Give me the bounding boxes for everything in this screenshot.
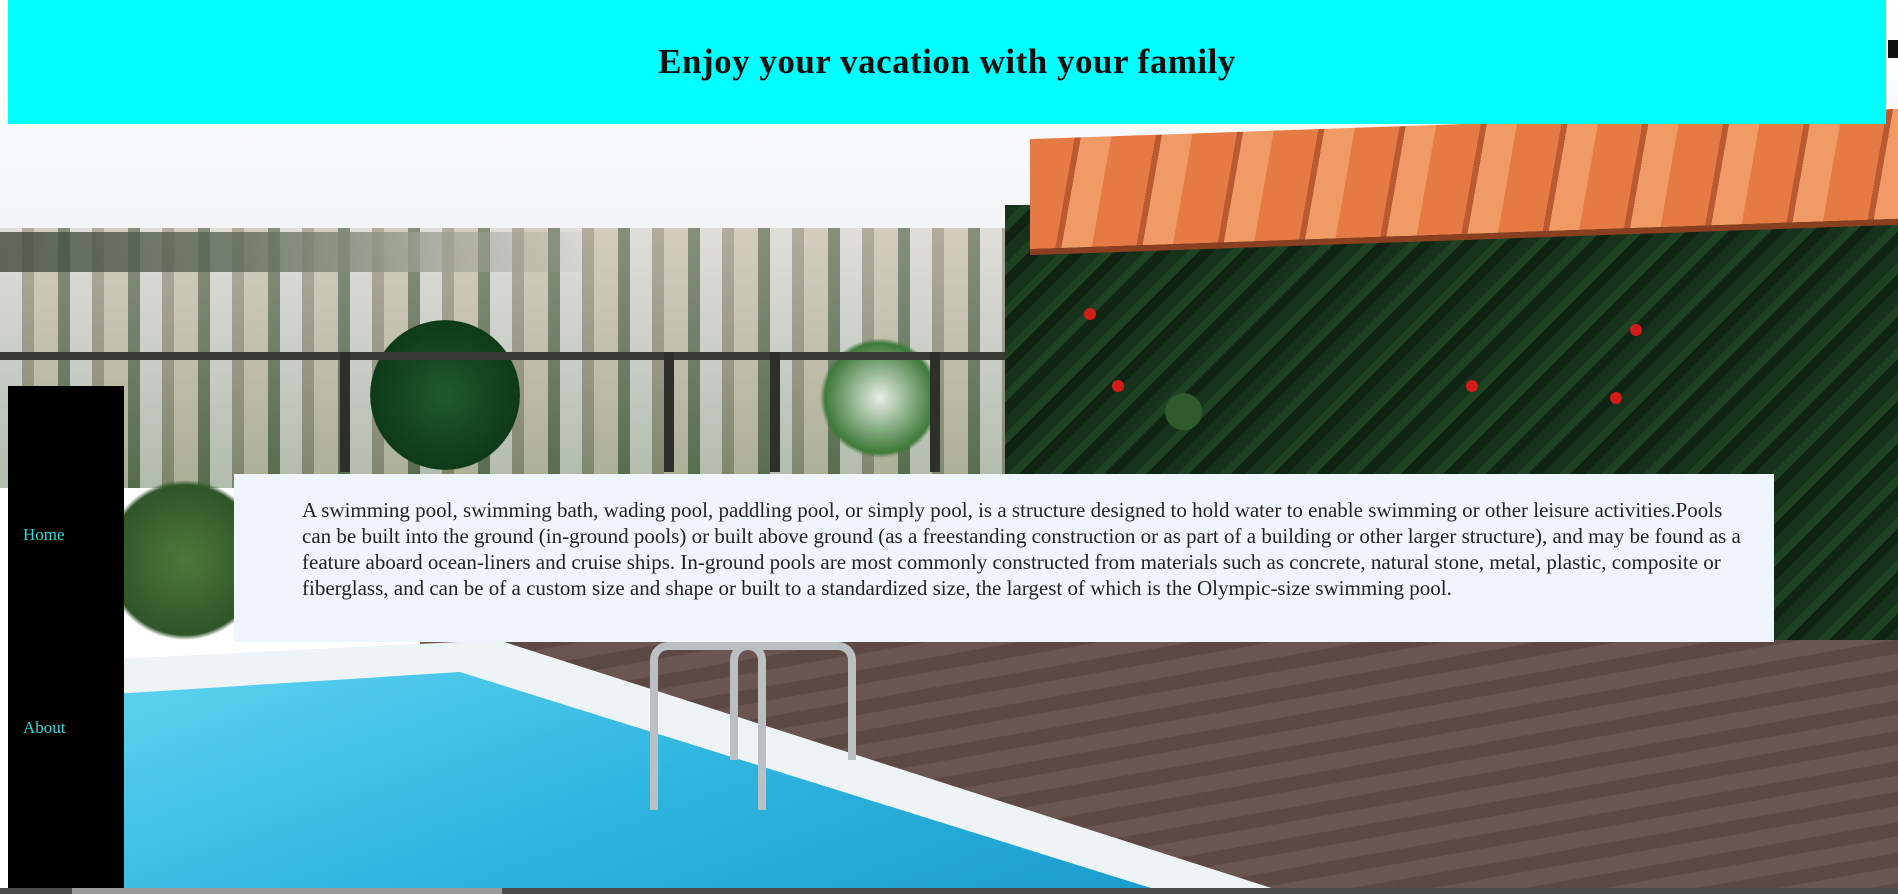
vertical-scrollbar[interactable] bbox=[1888, 40, 1898, 58]
rose-bush bbox=[370, 320, 520, 470]
nav-link-about[interactable]: About bbox=[23, 718, 66, 738]
horizontal-scrollbar[interactable] bbox=[0, 888, 1898, 894]
sidebar-nav: Home About bbox=[8, 386, 124, 894]
railing-post bbox=[664, 352, 674, 472]
red-flower bbox=[1084, 308, 1096, 320]
content-box: A swimming pool, swimming bath, wading p… bbox=[234, 474, 1774, 642]
nav-link-home[interactable]: Home bbox=[23, 525, 65, 545]
pool-ladder bbox=[730, 642, 856, 760]
red-flower bbox=[1112, 380, 1124, 392]
page-header: Enjoy your vacation with your family bbox=[8, 0, 1886, 124]
railing-post bbox=[930, 352, 940, 472]
page-title: Enjoy your vacation with your family bbox=[658, 42, 1236, 81]
background-image bbox=[0, 0, 1898, 894]
railing-post bbox=[770, 352, 780, 472]
red-flower bbox=[1610, 392, 1622, 404]
railing-post bbox=[340, 352, 350, 472]
white-flower-bush bbox=[820, 318, 940, 478]
horizontal-scrollbar-thumb[interactable] bbox=[72, 888, 502, 894]
content-paragraph: A swimming pool, swimming bath, wading p… bbox=[302, 498, 1741, 600]
red-flower bbox=[1630, 324, 1642, 336]
glass-railing bbox=[0, 352, 1030, 360]
distant-trees bbox=[0, 232, 600, 272]
red-flower bbox=[1466, 380, 1478, 392]
